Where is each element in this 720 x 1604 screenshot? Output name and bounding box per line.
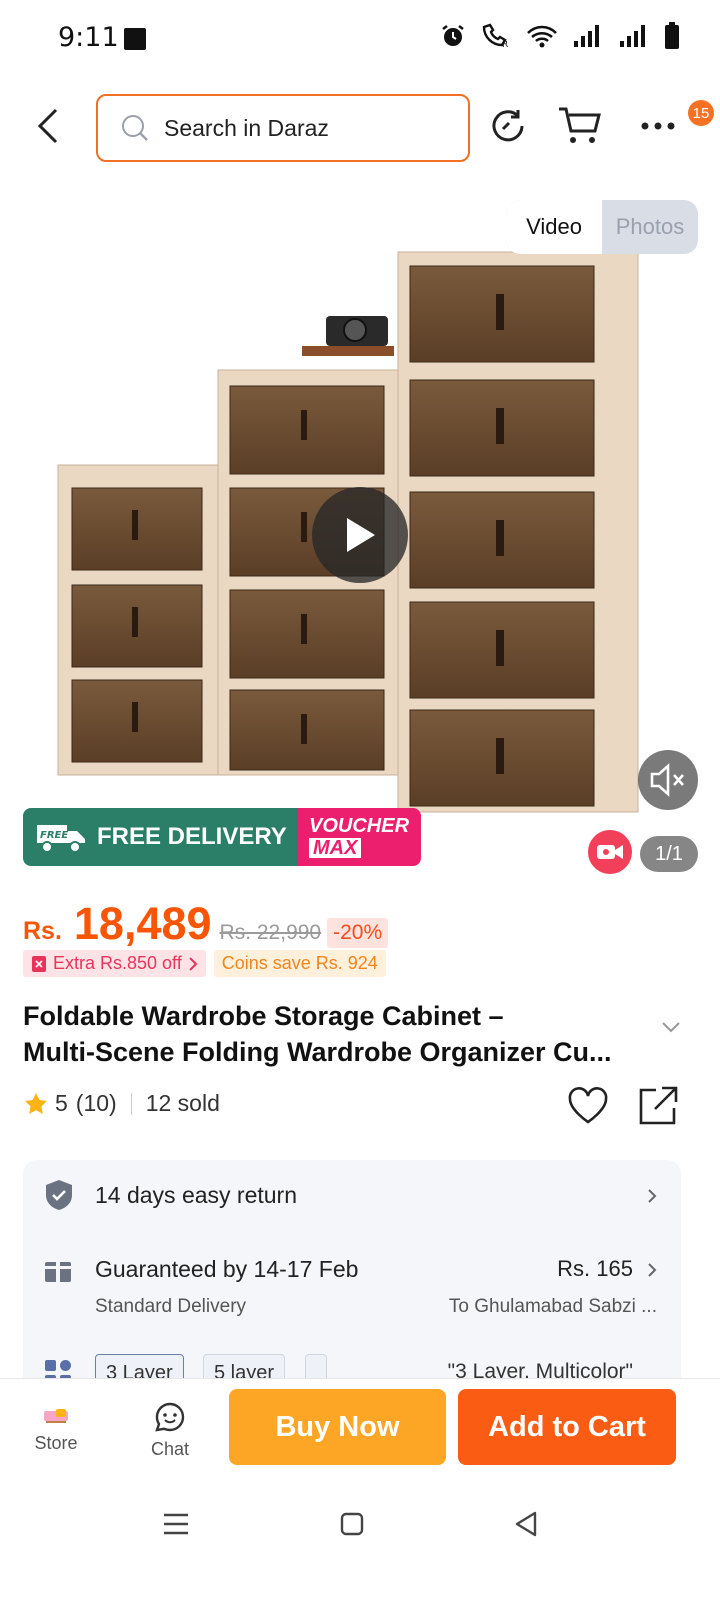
signal-icon [574,25,599,47]
svg-text:R: R [502,40,508,49]
system-back-button[interactable] [502,1500,550,1548]
share-button[interactable] [636,1084,680,1128]
store-label: Store [34,1433,78,1453]
battery-icon [665,22,679,49]
wifi-icon [527,25,557,48]
chevron-down-icon[interactable] [660,1020,682,1034]
home-square-icon [340,1512,364,1536]
delivery-type: Standard Delivery [95,1296,247,1317]
play-icon [347,518,375,552]
price-original: Rs. 22,990 [219,921,322,944]
more-icon [641,122,675,130]
voucher-icon [32,955,46,972]
back-triangle-icon [515,1511,537,1537]
delivery-location: To Ghulamabad Sabzi ... [448,1296,657,1317]
star-icon [25,1092,47,1114]
delivery-row[interactable]: Guaranteed by 14-17 Feb Standard Deliver… [23,1238,681,1338]
chevron-right-icon [648,1263,657,1277]
divider [130,1092,132,1115]
video-badge[interactable] [588,830,632,874]
mute-button[interactable] [638,750,698,810]
play-button[interactable] [312,487,408,583]
price-currency: Rs. [23,917,62,945]
history-icon [492,110,524,142]
cart-button[interactable] [556,102,604,150]
delivery-guarantee: Guaranteed by 14-17 Feb [95,1256,359,1282]
free-small-label: FREE [40,830,68,841]
chat-icon [155,1402,185,1432]
back-arrow-icon [37,108,58,144]
product-media[interactable]: Video Photos FREE FREE DELIVERY VOUCHER … [0,190,720,880]
chat-label: Chat [150,1439,190,1459]
signal-icon-2 [620,25,645,47]
chevron-right-icon [189,956,198,971]
coins-save-tag: Coins save Rs. 924 [213,950,386,977]
voucher-max-badge: VOUCHER MAX [297,808,421,866]
service-info-card: 14 days easy return Guaranteed by 14-17 … [23,1160,681,1390]
max-label: MAX [309,838,362,858]
shield-check-icon [46,1180,72,1210]
discount-badge: -20% [327,918,389,948]
bottom-action-bar: Store Chat Buy Now Add to Cart [0,1378,720,1478]
return-policy-row[interactable]: 14 days easy return [23,1160,681,1230]
rating-score: 5 [55,1090,68,1116]
history-button[interactable] [484,102,532,150]
truck-icon: FREE [37,825,85,853]
system-nav-bar [0,1478,720,1604]
add-to-cart-button[interactable]: Add to Cart [458,1389,676,1465]
product-title: Foldable Wardrobe Storage Cabinet – Mult… [23,998,663,1070]
notification-icon [124,28,146,50]
video-camera-icon [597,845,623,859]
search-input[interactable] [164,114,444,142]
share-icon [639,1086,678,1125]
search-icon [122,115,148,141]
promo-banner: FREE FREE DELIVERY VOUCHER MAX [23,808,421,866]
store-icon [44,1409,68,1423]
product-title-line-1: Foldable Wardrobe Storage Cabinet – [23,1001,504,1031]
wifi-call-icon: R [482,23,508,49]
media-toggle: Video Photos [506,200,698,254]
rating-row[interactable]: 5 (10) 12 sold [23,1090,220,1117]
free-delivery-badge: FREE FREE DELIVERY [23,808,297,866]
mute-icon [650,763,684,797]
top-nav [0,90,720,162]
more-button[interactable] [634,102,682,150]
home-button[interactable] [328,1500,376,1548]
recents-button[interactable] [152,1500,200,1548]
price-current: 18,489 [73,898,212,949]
sold-count: 12 sold [145,1090,220,1116]
status-time: 9:11 [58,22,119,53]
extra-off-label: Extra Rs.850 off [53,953,182,973]
cart-icon [559,107,601,143]
extra-off-tag[interactable]: Extra Rs.850 off [23,950,206,977]
alarm-icon [442,25,464,46]
chat-button[interactable]: Chat [142,1402,198,1460]
media-counter: 1/1 [640,836,698,872]
status-icons: R [440,22,680,50]
more-badge: 15 [688,100,714,126]
promo-tags: Extra Rs.850 off Coins save Rs. 924 [23,950,386,977]
return-policy-label: 14 days easy return [95,1182,298,1208]
menu-icon [164,1513,188,1535]
product-title-line-2: Multi-Scene Folding Wardrobe Organizer C… [23,1037,612,1067]
free-delivery-label: FREE DELIVERY [97,823,287,850]
buy-now-button[interactable]: Buy Now [229,1389,446,1465]
rating-count: (10) [75,1090,117,1116]
store-button[interactable]: Store [28,1405,84,1454]
search-box[interactable] [96,94,470,162]
back-button[interactable] [28,104,68,148]
price-row: Rs. 18,489 Rs. 22,990 -20% [23,898,389,950]
delivery-fee: Rs. 165 [557,1256,633,1281]
chevron-right-icon [648,1189,657,1203]
tab-video[interactable]: Video [506,200,602,254]
gift-box-icon [45,1262,71,1282]
heart-icon [568,1087,608,1124]
voucher-label: VOUCHER [309,815,410,837]
tab-photos[interactable]: Photos [602,200,698,254]
status-bar: 9:11 R [0,0,720,80]
wishlist-button[interactable] [566,1084,610,1128]
